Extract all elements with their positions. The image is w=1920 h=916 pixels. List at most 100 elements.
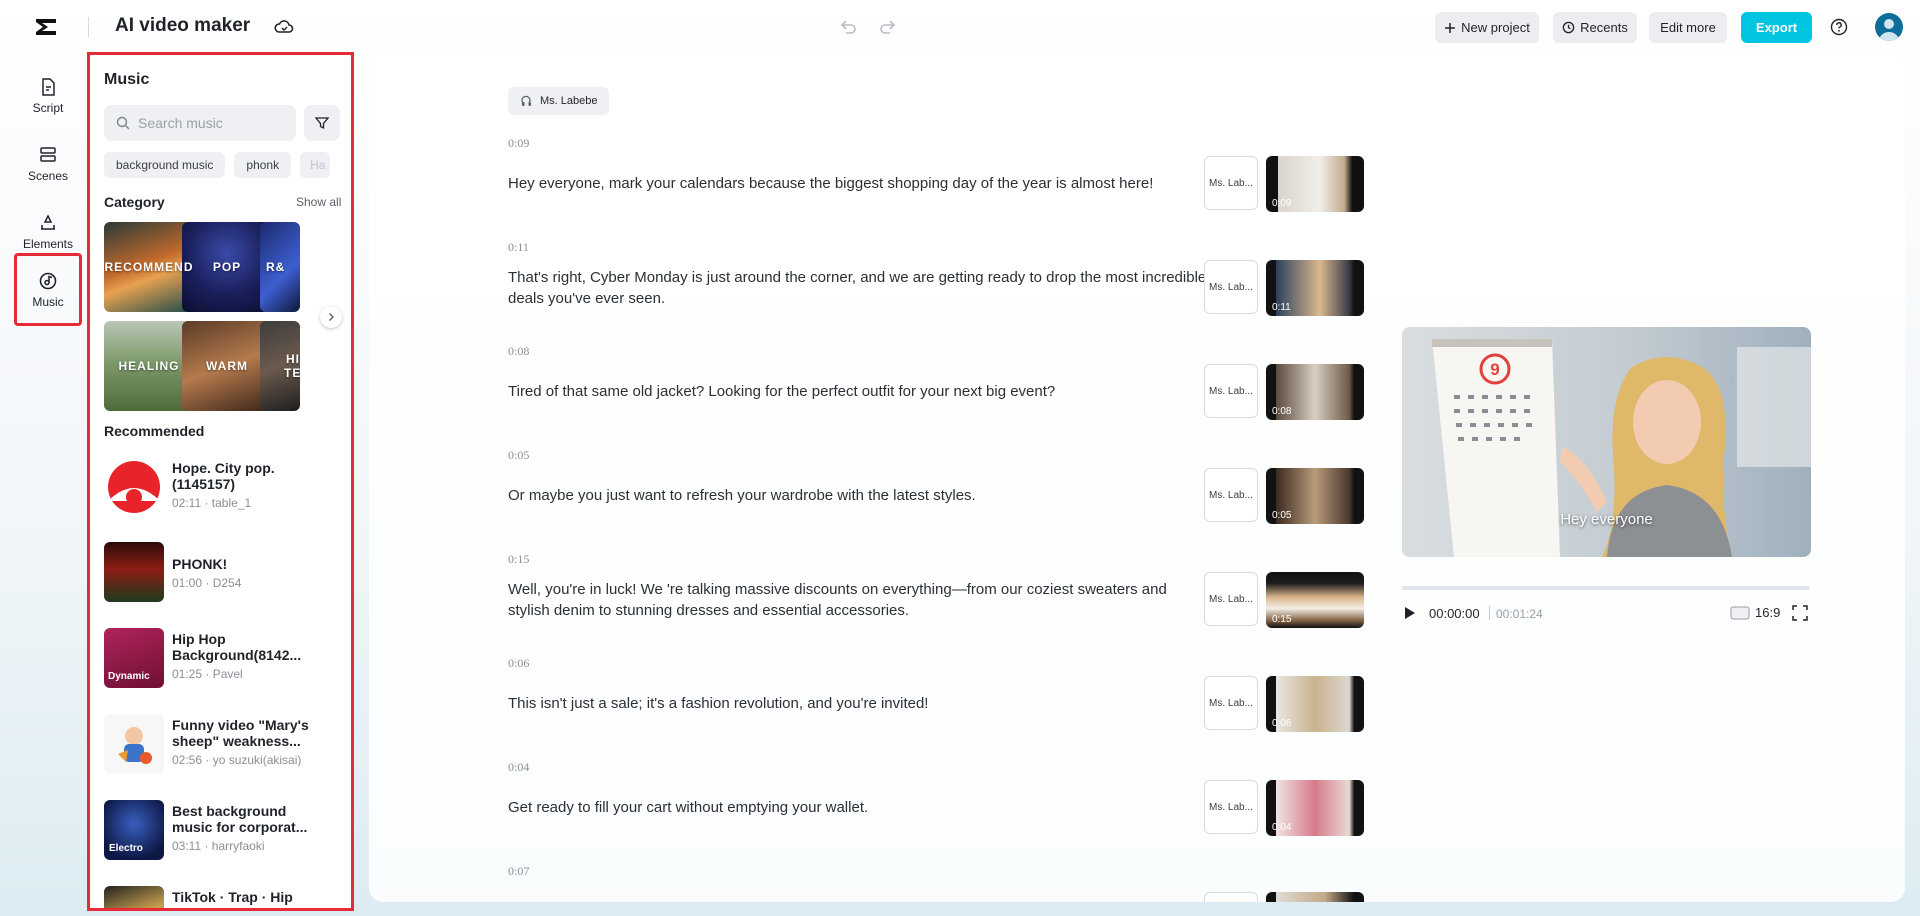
chip-more[interactable]: Ha (300, 152, 331, 178)
track-meta: 01:25 · Pavel (172, 667, 243, 681)
scene-text[interactable]: Or maybe you just want to refresh your w… (508, 485, 1208, 506)
track-item[interactable]: Funny video "Mary's sheep" weakness... 0… (104, 714, 344, 774)
category-next-button[interactable] (320, 306, 342, 328)
scene-thumbnail[interactable]: 0:05 (1266, 468, 1364, 524)
track-meta: 03:11 · harryfaoki (172, 839, 265, 853)
help-icon[interactable] (1830, 18, 1848, 36)
play-icon[interactable] (1402, 603, 1418, 623)
export-button[interactable]: Export (1741, 12, 1812, 43)
redo-icon[interactable] (877, 16, 899, 38)
svg-text:9: 9 (1490, 360, 1499, 379)
fullscreen-icon[interactable] (1792, 605, 1808, 621)
category-tile-pop[interactable]: POP (182, 222, 272, 312)
undo-icon[interactable] (837, 16, 859, 38)
track-meta: 02:11 · table_1 (172, 496, 252, 510)
chip-phonk[interactable]: phonk (234, 152, 292, 178)
scene-duration: 0:15 (508, 552, 530, 566)
scene-thumbnail[interactable]: 0:15 (1266, 572, 1364, 628)
category-tile-warm[interactable]: WARM (182, 321, 272, 411)
recents-button[interactable]: Recents (1553, 12, 1637, 43)
category-tile-high-tempo[interactable]: HIG TEM (260, 321, 300, 411)
scene-row[interactable]: 0:11 That's right, Cyber Monday is just … (508, 240, 1468, 320)
scene-text[interactable]: That's right, Cyber Monday is just aroun… (508, 267, 1208, 309)
track-cover (104, 457, 164, 517)
user-icon (1879, 19, 1899, 41)
script-icon (42, 78, 55, 96)
category-label: RECOMMEND (104, 260, 194, 274)
aspect-ratio-button[interactable]: 16:9 (1730, 605, 1780, 620)
category-tile-healing[interactable]: HEALING (104, 321, 194, 411)
chevron-right-icon (329, 313, 334, 321)
search-box (104, 105, 296, 141)
thumb-duration: 0:06 (1272, 718, 1292, 729)
scene-text[interactable]: Get ready to fill your cart without empt… (508, 797, 1208, 818)
category-tile-recommend[interactable]: RECOMMEND (104, 222, 194, 312)
search-input[interactable] (138, 115, 288, 131)
thumb-duration: 0:11 (1272, 302, 1291, 313)
scene-text[interactable]: Well, you're in luck! We 're talking mas… (508, 579, 1208, 621)
track-item[interactable]: Electro Best background music for corpor… (104, 800, 344, 860)
track-item[interactable]: Dynamic Hip Hop Background(8142... 01:25… (104, 628, 344, 688)
rail-item-music[interactable]: Music (14, 253, 82, 326)
voice-selector[interactable]: Ms. Lab... (1204, 676, 1258, 730)
speaker-name: Ms. Labebe (540, 95, 598, 107)
track-title: TikTok · Trap · Hip (172, 889, 293, 905)
rail-label-script: Script (32, 101, 64, 115)
track-item[interactable]: TikTok · Trap · Hip (104, 886, 344, 908)
scene-row[interactable]: 0:15 Well, you're in luck! We 're talkin… (508, 552, 1468, 632)
thumb-duration: 0:15 (1272, 614, 1292, 625)
track-item[interactable]: PHONK! 01:00 · D254 (104, 542, 344, 602)
scene-text[interactable]: This isn't just a sale; it's a fashion r… (508, 693, 1208, 714)
voice-selector[interactable]: Ms. Lab... (1204, 364, 1258, 418)
scene-row[interactable]: 0:06 This isn't just a sale; it's a fash… (508, 656, 1468, 736)
voice-selector[interactable]: Ms. Lab... (1204, 468, 1258, 522)
music-icon (39, 272, 57, 289)
aspect-ratio-label: 16:9 (1755, 605, 1781, 620)
voice-selector[interactable]: Ms. Lab... (1204, 260, 1258, 314)
user-avatar[interactable] (1875, 13, 1903, 41)
scene-row[interactable]: 0:09 Hey everyone, mark your calendars b… (508, 136, 1468, 216)
scene-row[interactable]: 0:04 Get ready to fill your cart without… (508, 760, 1468, 840)
filter-button[interactable] (304, 105, 340, 141)
scene-thumbnail[interactable]: 0:09 (1266, 156, 1364, 212)
scene-thumbnail[interactable]: 0:06 (1266, 676, 1364, 732)
rail-item-script[interactable]: Script (15, 64, 81, 128)
track-cover (104, 714, 164, 774)
scene-row[interactable]: 0:05 Or maybe you just want to refresh y… (508, 448, 1468, 528)
divider (88, 17, 89, 37)
show-all-link[interactable]: Show all (296, 195, 341, 209)
scene-text[interactable]: Tired of that same old jacket? Looking f… (508, 381, 1208, 402)
new-project-button[interactable]: New project (1435, 12, 1539, 43)
tag-chips: background music phonk Ha (104, 152, 331, 178)
scene-text[interactable]: Hey everyone, mark your calendars becaus… (508, 173, 1208, 194)
chip-background-music[interactable]: background music (104, 152, 226, 178)
edit-more-button[interactable]: Edit more (1649, 12, 1727, 43)
rail-item-scenes[interactable]: Scenes (15, 132, 81, 196)
speaker-tag[interactable]: Ms. Labebe (508, 87, 610, 115)
cloud-save-icon[interactable] (274, 17, 294, 37)
voice-selector[interactable] (1204, 892, 1258, 902)
scene-thumbnail[interactable]: 0:04 (1266, 780, 1364, 836)
panel-title: Music (104, 71, 150, 88)
aspect-ratio-icon (1730, 606, 1750, 619)
scene-duration: 0:08 (508, 344, 530, 358)
voice-selector[interactable]: Ms. Lab... (1204, 156, 1258, 210)
scene-thumbnail[interactable]: 0:08 (1266, 364, 1364, 420)
scene-thumbnail[interactable] (1266, 892, 1364, 902)
category-tile-rnb[interactable]: R& (260, 222, 300, 312)
track-cover-art (108, 461, 160, 513)
playback-progress-bar[interactable] (1402, 586, 1810, 590)
category-label: R& (266, 260, 286, 274)
capcut-logo-icon[interactable] (34, 15, 60, 39)
voice-selector[interactable]: Ms. Lab... (1204, 780, 1258, 834)
scene-row[interactable]: 0:08 Tired of that same old jacket? Look… (508, 344, 1468, 424)
track-cover: Dynamic (104, 628, 164, 688)
preview-caption: Hey everyone (1560, 511, 1653, 528)
voice-selector[interactable]: Ms. Lab... (1204, 572, 1258, 626)
scene-row[interactable]: 0:07 (508, 864, 1468, 902)
video-preview[interactable]: 9 Hey everyone (1402, 327, 1811, 557)
category-title: Category (104, 194, 165, 210)
scene-thumbnail[interactable]: 0:11 (1266, 260, 1364, 316)
track-title: Funny video "Mary's sheep" weakness... (172, 717, 309, 749)
track-item[interactable]: Hope. City pop.(1145157) 02:11 · table_1 (104, 457, 344, 517)
